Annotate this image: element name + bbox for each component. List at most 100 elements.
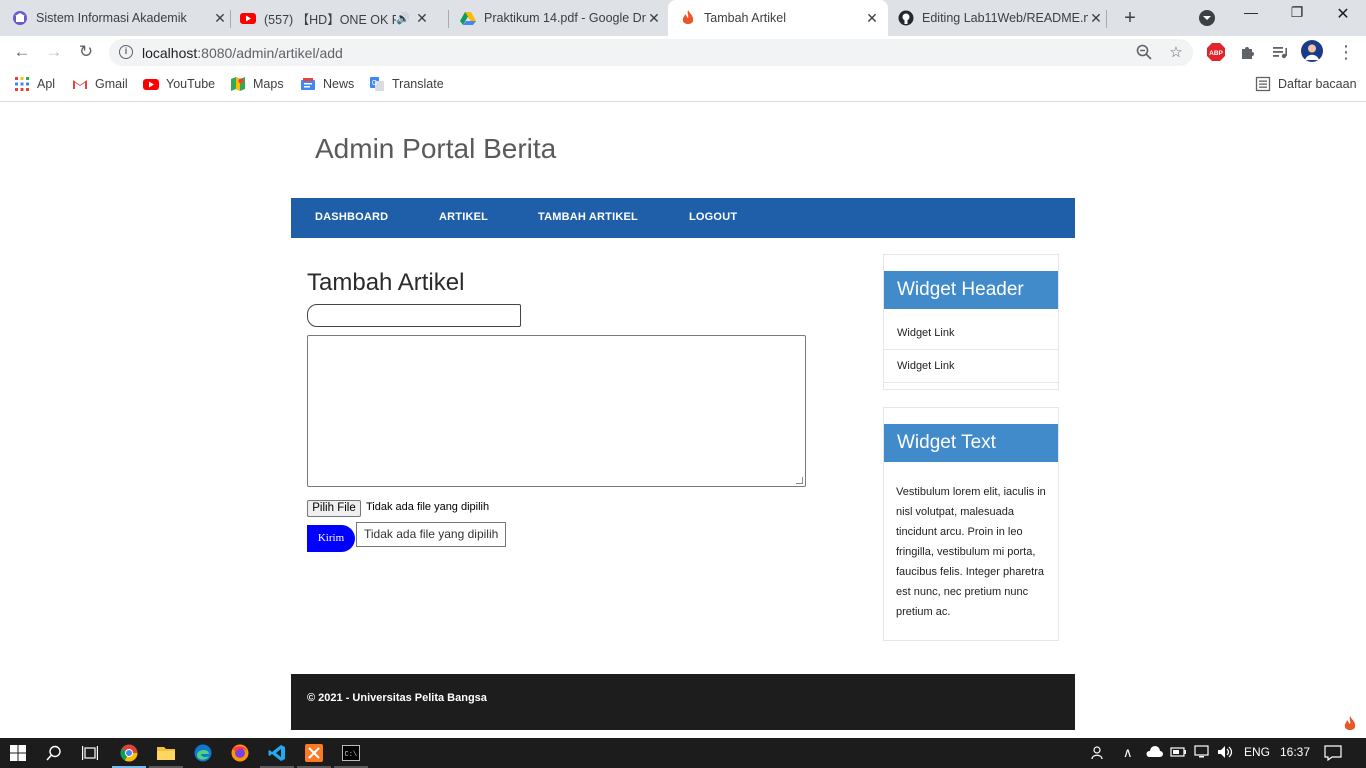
bookmark-translate[interactable]: G Translate xyxy=(369,76,444,92)
resize-handle-icon[interactable] xyxy=(796,477,803,484)
clock[interactable]: 16:37 xyxy=(1280,745,1310,759)
tab-title: Sistem Informasi Akademik xyxy=(36,11,187,25)
url-text[interactable]: localhost:8080/admin/artikel/add xyxy=(142,45,343,61)
tab-search-icon[interactable] xyxy=(1199,10,1215,26)
bookmark-label: Gmail xyxy=(95,77,128,91)
windows-start-icon[interactable] xyxy=(8,743,28,763)
tab-google-drive[interactable]: Praktikum 14.pdf - Google Dr ✕ xyxy=(460,0,662,36)
avatar[interactable] xyxy=(1301,40,1323,62)
widget-text: Widget Text Vestibulum lorem elit, iacul… xyxy=(883,407,1059,641)
back-button[interactable]: ← xyxy=(10,40,34,64)
svg-text:C:\: C:\ xyxy=(345,751,358,759)
site-footer: © 2021 - Universitas Pelita Bangsa xyxy=(291,674,1075,730)
network-icon[interactable] xyxy=(1194,745,1212,762)
bookmark-news[interactable]: News xyxy=(300,76,354,92)
site-header: Admin Portal Berita xyxy=(291,103,1075,198)
nav-artikel[interactable]: ARTIKEL xyxy=(439,211,488,223)
nav-logout[interactable]: LOGOUT xyxy=(689,211,737,223)
tab-sistem-informasi[interactable]: Sistem Informasi Akademik ✕ xyxy=(12,0,228,36)
media-control-icon[interactable] xyxy=(1270,42,1290,62)
widget-text-title: Widget Text xyxy=(884,424,1058,462)
task-view-icon[interactable] xyxy=(80,743,100,763)
search-icon[interactable] xyxy=(44,743,64,763)
widget-link[interactable]: Widget Link xyxy=(884,317,1058,350)
address-bar[interactable]: i localhost:8080/admin/artikel/add ☆ xyxy=(109,39,1193,66)
people-icon[interactable] xyxy=(1091,745,1107,764)
new-tab-button[interactable]: + xyxy=(1120,7,1140,30)
tab-title: Editing Lab11Web/README.m xyxy=(922,11,1088,25)
restore-button[interactable]: ❐ xyxy=(1274,4,1320,21)
battery-icon[interactable] xyxy=(1170,745,1188,762)
close-tab-icon[interactable]: ✕ xyxy=(864,10,880,27)
firefox-icon[interactable] xyxy=(230,743,250,763)
bookmark-apps[interactable]: Apl xyxy=(14,76,55,92)
apps-grid-icon xyxy=(14,76,30,92)
notifications-icon[interactable] xyxy=(1324,745,1342,764)
onedrive-icon[interactable] xyxy=(1145,745,1163,762)
windows-taskbar: C:\ ∧ ENG 16:37 xyxy=(0,738,1366,768)
browser-menu-icon[interactable]: ⋮ xyxy=(1334,40,1358,64)
reading-list-icon xyxy=(1255,76,1271,92)
zoom-icon[interactable] xyxy=(1135,44,1153,62)
volume-icon[interactable] xyxy=(1217,745,1235,762)
google-drive-icon xyxy=(460,10,476,26)
file-tooltip: Tidak ada file yang dipilih xyxy=(356,522,507,547)
minimize-button[interactable]: — xyxy=(1228,4,1274,20)
close-tab-icon[interactable]: ✕ xyxy=(1088,10,1104,27)
choose-file-button[interactable]: Pilih File xyxy=(307,500,361,517)
bookmark-maps[interactable]: Maps xyxy=(230,76,284,92)
widget-link[interactable]: Widget Link xyxy=(884,350,1058,383)
tab-title: Praktikum 14.pdf - Google Dr xyxy=(484,11,646,25)
speaker-icon[interactable]: 🔊 xyxy=(396,12,414,25)
bookmark-label: YouTube xyxy=(166,77,216,91)
tab-youtube[interactable]: (557) 【HD】ONE OK ROCK 🔊 ✕ xyxy=(240,0,446,36)
edge-icon[interactable] xyxy=(193,743,213,763)
fire-icon[interactable] xyxy=(1343,716,1359,732)
language-indicator[interactable]: ENG xyxy=(1244,745,1270,759)
nav-tambah-artikel[interactable]: TAMBAH ARTIKEL xyxy=(538,211,638,223)
show-hidden-icons-icon[interactable]: ∧ xyxy=(1123,745,1133,761)
gmail-icon xyxy=(72,76,88,92)
main-nav: DASHBOARD ARTIKEL TAMBAH ARTIKEL LOGOUT xyxy=(291,198,1075,238)
extensions-puzzle-icon[interactable] xyxy=(1238,42,1258,62)
tab-tambah-artikel[interactable]: Tambah Artikel ✕ xyxy=(668,0,888,36)
university-icon xyxy=(12,10,28,26)
file-explorer-icon[interactable] xyxy=(156,743,176,763)
submit-button[interactable]: Kirim xyxy=(307,525,355,552)
bookmark-label: Maps xyxy=(253,77,284,91)
tab-github[interactable]: Editing Lab11Web/README.m ✕ xyxy=(898,0,1104,36)
xampp-icon[interactable] xyxy=(304,743,324,763)
close-tab-icon[interactable]: ✕ xyxy=(646,10,662,27)
content-textarea[interactable] xyxy=(307,335,806,487)
bookmark-label: Translate xyxy=(392,77,444,91)
maps-icon xyxy=(230,76,246,92)
vscode-icon[interactable] xyxy=(267,743,287,763)
bookmark-gmail[interactable]: Gmail xyxy=(72,76,128,92)
close-tab-icon[interactable]: ✕ xyxy=(212,10,228,27)
file-status-label: Tidak ada file yang dipilih xyxy=(366,501,490,513)
translate-icon: G xyxy=(369,76,385,92)
github-icon xyxy=(898,10,914,26)
widget-links: Widget Header Widget Link Widget Link xyxy=(883,254,1059,390)
browser-toolbar: ← → ↻ i localhost:8080/admin/artikel/add… xyxy=(0,36,1366,68)
tab-title: (557) 【HD】ONE OK ROCK xyxy=(264,12,396,27)
reload-button[interactable]: ↻ xyxy=(74,40,98,64)
forward-button[interactable]: → xyxy=(42,40,66,64)
close-window-button[interactable]: ✕ xyxy=(1320,4,1366,24)
news-icon xyxy=(300,76,316,92)
bookmark-star-icon[interactable]: ☆ xyxy=(1167,44,1185,62)
command-prompt-icon[interactable]: C:\ xyxy=(341,743,361,763)
close-tab-icon[interactable]: ✕ xyxy=(414,10,430,27)
reading-list-button[interactable]: Daftar bacaan xyxy=(1255,76,1357,92)
title-input[interactable] xyxy=(307,304,521,327)
widget-header-title: Widget Header xyxy=(884,271,1058,309)
info-icon[interactable]: i xyxy=(119,45,133,59)
svg-text:ABP: ABP xyxy=(1209,50,1223,57)
chrome-icon[interactable] xyxy=(119,743,139,763)
nav-dashboard[interactable]: DASHBOARD xyxy=(315,211,388,223)
bookmark-label: News xyxy=(323,77,355,91)
site-title: Admin Portal Berita xyxy=(315,133,557,164)
adblock-icon[interactable]: ABP xyxy=(1206,42,1226,62)
bookmark-youtube[interactable]: YouTube xyxy=(143,76,215,92)
tab-strip: Sistem Informasi Akademik ✕ (557) 【HD】ON… xyxy=(0,0,1366,36)
